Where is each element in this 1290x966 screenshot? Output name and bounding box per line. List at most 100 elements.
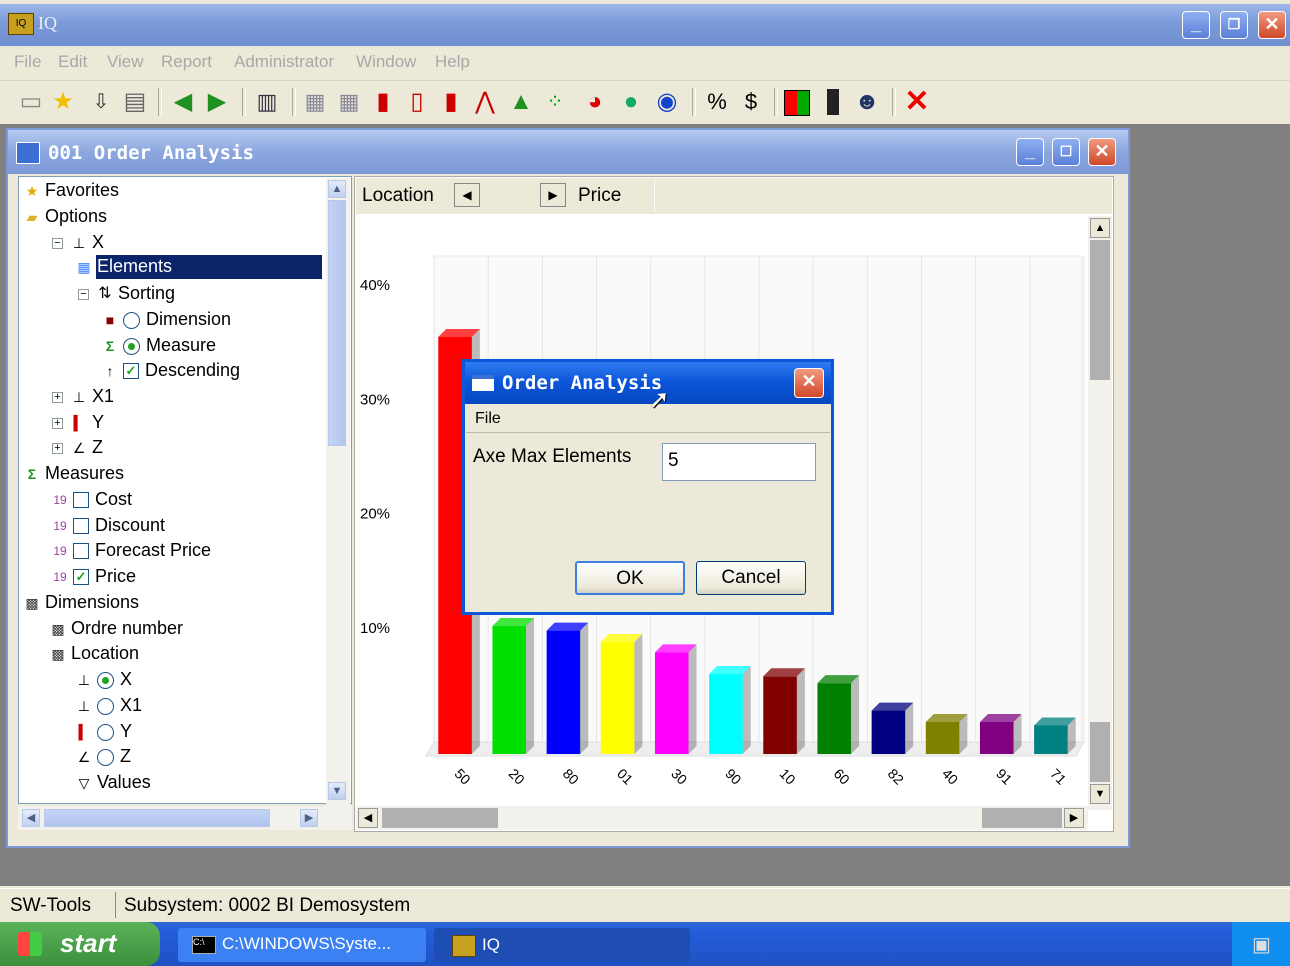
menu-window[interactable]: Window [356, 52, 416, 72]
menu-edit[interactable]: Edit [58, 52, 87, 72]
ok-button[interactable]: OK [575, 561, 685, 595]
dialog-close-button[interactable]: ✕ [794, 368, 824, 398]
dimension-prev-button[interactable]: ◀ [454, 183, 480, 207]
currency-button[interactable]: $ [736, 86, 766, 118]
chart-scroll-down-button[interactable]: ▼ [1090, 784, 1110, 804]
tree-cost[interactable]: 19 Cost [50, 489, 132, 510]
tree-scroll-thumb[interactable] [328, 200, 346, 446]
delete-icon[interactable]: ✕ [902, 86, 932, 118]
tree-x[interactable]: − ⊥ X [52, 232, 104, 253]
back-icon[interactable]: ◀ [168, 86, 198, 118]
bar-side [688, 644, 697, 754]
users-icon[interactable]: ☻ [852, 86, 882, 118]
dimension-radio[interactable] [123, 311, 140, 329]
tree-location-x1[interactable]: ⊥ X1 [74, 695, 142, 716]
cost-checkbox[interactable] [73, 492, 89, 509]
menu-help[interactable]: Help [435, 52, 470, 72]
dimension-next-button[interactable]: ▶ [540, 183, 566, 207]
network-icon[interactable]: ▣ [1252, 932, 1271, 957]
bar [979, 722, 1014, 754]
location-x-radio[interactable] [97, 671, 114, 689]
chart-hscroll-thumb[interactable] [382, 808, 498, 828]
chart-vscroll-thumb[interactable] [1090, 240, 1110, 380]
bar-chart-3-icon[interactable]: ▮ [436, 86, 466, 118]
grid-add-icon[interactable]: ▦ [334, 86, 364, 118]
tree-scroll-left-button[interactable]: ◀ [22, 809, 40, 827]
axe-max-elements-input[interactable]: 5 [662, 443, 816, 481]
line-chart-icon[interactable]: ⋀ [470, 86, 500, 118]
tree-z[interactable]: + ∠ Z [52, 437, 103, 458]
traffic-light-icon[interactable] [818, 86, 848, 118]
child-maximize-button[interactable]: ☐ [1052, 138, 1080, 166]
menu-view[interactable]: View [107, 52, 144, 72]
import-icon[interactable]: ⇩ [86, 86, 116, 118]
tree-hscroll-thumb[interactable] [44, 809, 270, 827]
grid-icon[interactable]: ▦ [300, 86, 330, 118]
favorite-star-icon[interactable]: ★ [48, 86, 78, 118]
tree-elements-label[interactable]: ▦ Elements [74, 256, 172, 278]
tree-location-x[interactable]: ⊥ X [74, 669, 132, 690]
chart-scroll-left-button[interactable]: ◀ [358, 808, 378, 828]
tree-scroll-down-button[interactable]: ▼ [328, 782, 346, 800]
bar-chart-2-icon[interactable]: ▯ [402, 86, 432, 118]
tree-measure[interactable]: Σ Measure [100, 335, 216, 356]
tree-forecast-price[interactable]: 19 Forecast Price [50, 540, 211, 561]
child-minimize-button[interactable]: _ [1016, 138, 1044, 166]
location-z-radio[interactable] [97, 748, 114, 766]
tree-x1[interactable]: + ⊥ X1 [52, 386, 114, 407]
tree-values[interactable]: ▽ Values [74, 772, 151, 793]
bar-chart-icon[interactable]: ▮ [368, 86, 398, 118]
close-button[interactable]: ✕ [1258, 11, 1286, 39]
bar-side [905, 702, 914, 754]
menu-report[interactable]: Report [161, 52, 212, 72]
tree-location-y[interactable]: ▍ Y [74, 721, 132, 742]
area-chart-icon[interactable]: ▲ [506, 86, 536, 118]
tree-descending[interactable]: ↑ ✓ Descending [100, 360, 241, 381]
cancel-button[interactable]: Cancel [696, 561, 806, 595]
menu-file[interactable]: File [14, 52, 41, 72]
tree-location-z[interactable]: ∠ Z [74, 746, 131, 767]
child-close-button[interactable]: ✕ [1088, 138, 1116, 166]
new-icon[interactable]: ▭ [16, 86, 46, 118]
price-checkbox[interactable]: ✓ [73, 569, 89, 586]
tree-dimension[interactable]: ■ Dimension [100, 309, 231, 330]
tree-scroll-up-button[interactable]: ▲ [328, 180, 346, 198]
bar-side [851, 675, 860, 754]
percent-button[interactable]: % [702, 86, 732, 118]
tree-options[interactable]: ▰ Options [22, 206, 107, 227]
forward-icon[interactable]: ▶ [202, 86, 232, 118]
location-y-radio[interactable] [97, 723, 114, 741]
minimize-button[interactable]: _ [1182, 11, 1210, 39]
app-titlebar[interactable] [0, 4, 1290, 46]
dialog-menu-file[interactable]: File [475, 410, 501, 428]
x-axis-icon: ⊥ [77, 672, 91, 689]
tree-favorites[interactable]: ★ Favorites [22, 180, 119, 201]
restore-button[interactable]: ❐ [1220, 11, 1248, 39]
tree-price[interactable]: 19 ✓ Price [50, 566, 136, 587]
print-icon[interactable]: ▤ [120, 86, 150, 118]
pie-chart-icon[interactable]: ◕ [580, 86, 610, 118]
layout-icon[interactable]: ▥ [252, 86, 282, 118]
menu-administrator[interactable]: Administrator [234, 52, 334, 72]
tree-discount[interactable]: 19 Discount [50, 515, 165, 536]
discount-checkbox[interactable] [73, 518, 89, 535]
color-grid-icon[interactable] [782, 86, 812, 118]
tree-y[interactable]: + ▍ Y [52, 412, 104, 433]
scatter-icon[interactable]: ⁘ [540, 86, 570, 118]
tree-dimensions[interactable]: ▩ Dimensions [22, 592, 139, 613]
measure-radio[interactable] [123, 337, 140, 355]
z-axis-icon: ∠ [77, 749, 91, 766]
forecast-price-checkbox[interactable] [73, 543, 89, 560]
tree-location[interactable]: ▩ Location [48, 643, 139, 664]
chart-scroll-up-button[interactable]: ▲ [1090, 218, 1110, 238]
tree-ordre-number[interactable]: ▩ Ordre number [48, 618, 183, 639]
chart-scroll-right-button[interactable]: ▶ [1064, 808, 1084, 828]
location-x1-radio[interactable] [97, 697, 114, 715]
descending-checkbox[interactable]: ✓ [123, 363, 139, 380]
info-icon[interactable]: ◉ [652, 86, 682, 118]
globe-icon[interactable]: ● [616, 86, 646, 118]
y-axis-icon: ▍ [73, 415, 85, 432]
tree-sorting[interactable]: − ⇅ Sorting [78, 283, 175, 304]
tree-measures[interactable]: Σ Measures [22, 463, 124, 484]
tree-scroll-right-button[interactable]: ▶ [300, 809, 318, 827]
